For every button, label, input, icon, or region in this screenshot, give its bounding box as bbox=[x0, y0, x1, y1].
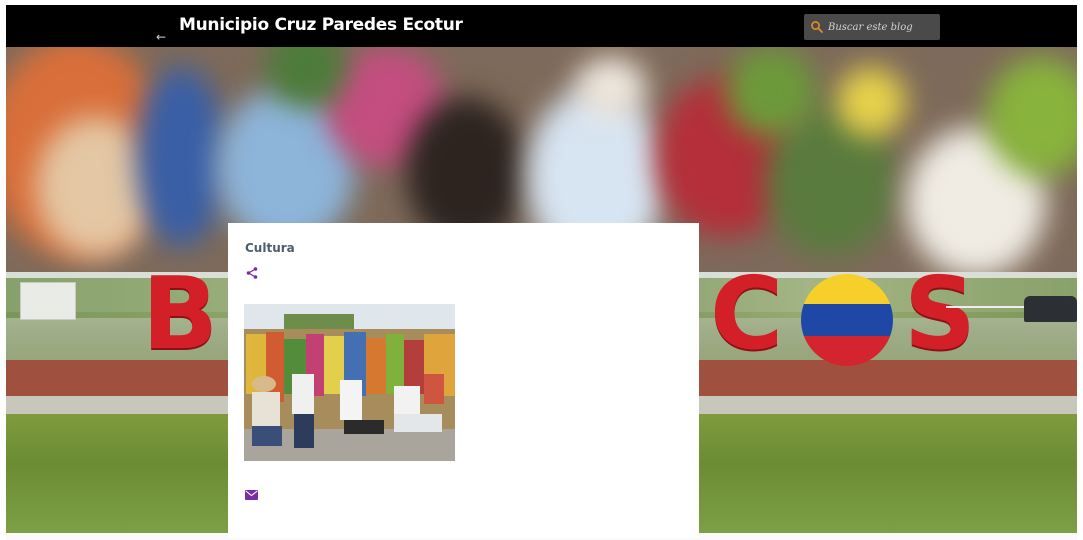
sign-letter-c: C bbox=[710, 272, 784, 372]
post-title[interactable]: Cultura bbox=[245, 241, 295, 255]
post-image-scene bbox=[244, 304, 455, 461]
search-input[interactable] bbox=[828, 18, 936, 36]
post-image[interactable] bbox=[244, 304, 455, 461]
banner-sign bbox=[20, 282, 76, 320]
parked-car bbox=[1024, 296, 1077, 322]
venezuela-flag-heart bbox=[801, 274, 893, 366]
search-icon[interactable] bbox=[810, 20, 824, 34]
top-bar: ← Municipio Cruz Paredes Ecotur bbox=[6, 5, 1077, 47]
share-icon[interactable] bbox=[245, 266, 259, 280]
arrow-left-icon[interactable]: ← bbox=[156, 31, 166, 43]
post-card: Cultura bbox=[228, 223, 699, 538]
search-box[interactable] bbox=[804, 14, 940, 40]
email-icon[interactable] bbox=[245, 490, 258, 500]
sign-letter-b: B bbox=[142, 272, 219, 372]
blog-title[interactable]: Municipio Cruz Paredes Ecotur bbox=[179, 15, 463, 35]
fence bbox=[946, 306, 1024, 326]
